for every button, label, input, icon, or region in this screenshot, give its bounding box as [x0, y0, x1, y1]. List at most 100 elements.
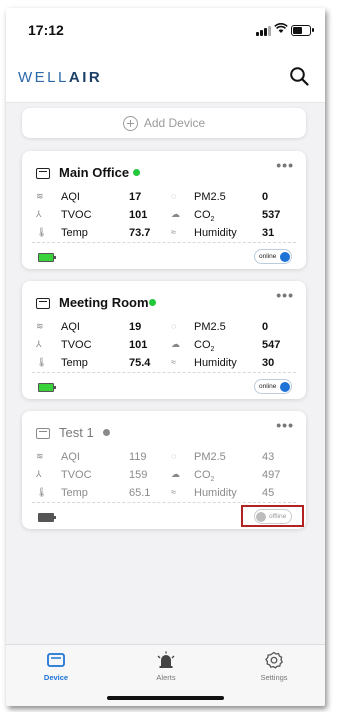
device-name: Main Office — [59, 165, 130, 180]
pm25-value: 0 — [262, 321, 269, 333]
metrics-row: ⅄ TVOC 159 ☁ CO2 497 — [36, 467, 296, 485]
metrics-row: ≋ AQI 19 ◌ PM2.5 0 — [36, 319, 296, 337]
aqi-icon: ≋ — [36, 451, 44, 461]
more-options-icon[interactable]: ••• — [276, 157, 294, 173]
online-toggle[interactable]: online — [254, 379, 292, 394]
tvoc-label: TVOC — [61, 469, 92, 481]
tvoc-value: 159 — [129, 469, 148, 481]
aqi-value: 17 — [129, 191, 142, 203]
cellular-signal-icon — [256, 26, 271, 36]
humidity-label: Humidity — [194, 357, 237, 369]
humidity-value: 31 — [262, 227, 275, 239]
metrics-row: ⅄ TVOC 101 ☁ CO2 537 — [36, 207, 296, 225]
pm25-icon: ◌ — [171, 451, 177, 461]
device-icon — [36, 428, 50, 439]
metrics-grid: ≋ AQI 19 ◌ PM2.5 0 ⅄ TVOC 101 ☁ CO2 547 … — [36, 319, 296, 373]
pm25-value: 43 — [262, 451, 275, 463]
co2-icon: ☁ — [171, 209, 180, 219]
add-device-button[interactable]: Add Device — [22, 108, 306, 138]
wifi-icon — [274, 22, 288, 37]
tvoc-icon: ⅄ — [36, 469, 42, 479]
aqi-label: AQI — [61, 451, 80, 463]
co2-value: 547 — [262, 339, 281, 351]
aqi-label: AQI — [61, 321, 80, 333]
co2-icon: ☁ — [171, 469, 180, 479]
online-toggle[interactable]: online — [254, 249, 292, 264]
aqi-value: 19 — [129, 321, 142, 333]
app-header: WELLAIR — [6, 52, 325, 103]
tvoc-value: 101 — [129, 339, 148, 351]
co2-icon: ☁ — [171, 339, 180, 349]
thermometer-icon: 🌡 — [36, 227, 48, 237]
wellair-logo: WELLAIR — [18, 69, 103, 86]
device-icon — [36, 168, 50, 179]
tvoc-icon: ⅄ — [36, 209, 42, 219]
tvoc-label: TVOC — [61, 209, 92, 221]
aqi-value: 119 — [129, 451, 147, 463]
pm25-label: PM2.5 — [194, 191, 226, 203]
tab-alerts[interactable]: Alerts — [126, 651, 206, 682]
temp-label: Temp — [61, 487, 88, 499]
metrics-grid: ≋ AQI 17 ◌ PM2.5 0 ⅄ TVOC 101 ☁ CO2 537 … — [36, 189, 296, 243]
status-dot — [103, 429, 110, 436]
home-indicator — [107, 696, 224, 700]
device-card-meeting-room[interactable]: Meeting Room ••• ≋ AQI 19 ◌ PM2.5 0 ⅄ TV… — [22, 281, 306, 399]
humidity-icon: ≈ — [171, 487, 176, 497]
pm25-icon: ◌ — [171, 321, 177, 331]
humidity-value: 45 — [262, 487, 275, 499]
alarm-icon — [157, 651, 175, 668]
status-time: 17:12 — [28, 22, 64, 38]
device-name: Meeting Room — [59, 295, 149, 310]
more-options-icon[interactable]: ••• — [276, 287, 294, 303]
tvoc-icon: ⅄ — [36, 339, 42, 349]
gear-icon — [265, 651, 284, 669]
temp-value: 65.1 — [129, 487, 151, 499]
humidity-label: Humidity — [194, 487, 237, 499]
metrics-row: ≋ AQI 119 ◌ PM2.5 43 — [36, 449, 296, 467]
pm25-value: 0 — [262, 191, 269, 203]
tvoc-value: 101 — [129, 209, 148, 221]
temp-value: 75.4 — [129, 357, 151, 369]
metrics-row: 🌡 Temp 65.1 ≈ Humidity 45 — [36, 485, 296, 503]
status-dot — [133, 169, 140, 176]
more-options-icon[interactable]: ••• — [276, 417, 294, 433]
co2-label: CO2 — [194, 469, 215, 484]
humidity-icon: ≈ — [171, 357, 176, 367]
device-icon — [47, 653, 65, 667]
device-icon — [36, 298, 50, 309]
metrics-row: ≋ AQI 17 ◌ PM2.5 0 — [36, 189, 296, 207]
pm25-label: PM2.5 — [194, 451, 226, 463]
divider — [32, 502, 296, 503]
metrics-row: ⅄ TVOC 101 ☁ CO2 547 — [36, 337, 296, 355]
device-card-main-office[interactable]: Main Office ••• ≋ AQI 17 ◌ PM2.5 0 ⅄ TVO… — [22, 151, 306, 269]
battery-icon — [38, 513, 56, 522]
aqi-icon: ≋ — [36, 321, 44, 331]
co2-value: 537 — [262, 209, 281, 221]
battery-icon — [291, 25, 314, 36]
metrics-grid: ≋ AQI 119 ◌ PM2.5 43 ⅄ TVOC 159 ☁ CO2 49… — [36, 449, 296, 503]
humidity-label: Humidity — [194, 227, 237, 239]
co2-label: CO2 — [194, 209, 215, 224]
divider — [32, 242, 296, 243]
metrics-row: 🌡 Temp 73.7 ≈ Humidity 31 — [36, 225, 296, 243]
thermometer-icon: 🌡 — [36, 357, 48, 367]
status-bar: 17:12 — [6, 8, 325, 52]
tab-settings[interactable]: Settings — [234, 651, 314, 682]
pm25-label: PM2.5 — [194, 321, 226, 333]
tab-device[interactable]: Device — [16, 651, 96, 682]
humidity-icon: ≈ — [171, 227, 176, 237]
status-dot — [149, 299, 156, 306]
device-name: Test 1 — [59, 425, 94, 440]
temp-label: Temp — [61, 357, 88, 369]
co2-label: CO2 — [194, 339, 215, 354]
aqi-icon: ≋ — [36, 191, 44, 201]
divider — [32, 372, 296, 373]
metrics-row: 🌡 Temp 75.4 ≈ Humidity 30 — [36, 355, 296, 373]
search-icon[interactable] — [289, 66, 309, 86]
humidity-value: 30 — [262, 357, 275, 369]
temp-label: Temp — [61, 227, 88, 239]
add-circle-icon — [122, 115, 138, 131]
battery-icon — [38, 253, 56, 262]
thermometer-icon: 🌡 — [36, 487, 48, 497]
aqi-label: AQI — [61, 191, 80, 203]
